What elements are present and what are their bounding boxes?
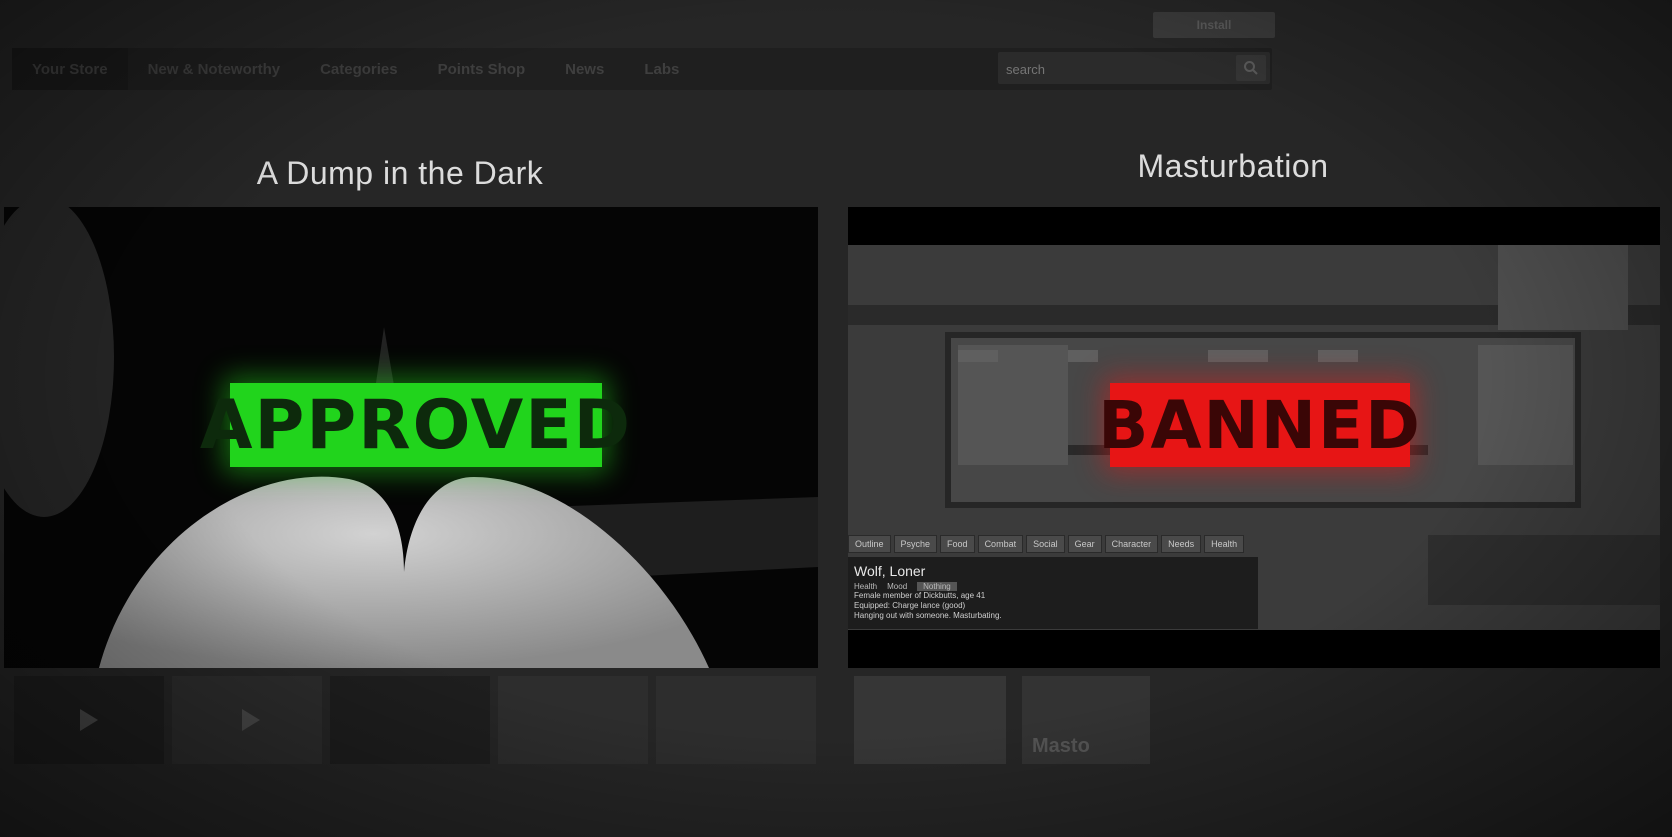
character-name: Wolf, Loner [854, 563, 926, 579]
character-info-box: Wolf, Loner Health Mood Nothing Female m… [848, 557, 1258, 629]
right-game-screenshot[interactable]: Outline Psyche Food Combat Social Gear C… [848, 207, 1660, 668]
right-thumbnail-1[interactable] [854, 676, 1006, 764]
game-tab-psyche[interactable]: Psyche [893, 535, 938, 553]
game-tab-combat[interactable]: Combat [977, 535, 1024, 553]
info-line: Female member of Dickbutts, age 41 [854, 591, 986, 600]
nav-item-news[interactable]: News [545, 48, 624, 90]
info-line: Hanging out with someone. Masturbating. [854, 611, 1002, 620]
stat-health: Health [854, 582, 878, 591]
left-thumbnail-video-1[interactable] [14, 676, 164, 764]
stat-status: Nothing [917, 582, 957, 591]
search-input[interactable] [1004, 56, 1228, 82]
search-icon [1244, 61, 1258, 75]
game-ui-tabs: Outline Psyche Food Combat Social Gear C… [848, 535, 1245, 553]
nav-item-your-store[interactable]: Your Store [12, 48, 128, 90]
left-game-screenshot[interactable]: APPROVED [4, 207, 818, 668]
play-icon [242, 709, 260, 731]
nav-item-points-shop[interactable]: Points Shop [418, 48, 546, 90]
banned-stamp: BANNED [1098, 383, 1420, 467]
search-button[interactable] [1236, 55, 1266, 81]
right-game-title: Masturbation [1137, 148, 1329, 184]
nav-item-labs[interactable]: Labs [624, 48, 699, 90]
game-tab-health[interactable]: Health [1204, 535, 1245, 553]
thumbnail-text: Masto [1032, 735, 1090, 757]
search-box [998, 52, 1270, 84]
info-line: Equipped: Charge lance (good) [854, 601, 966, 610]
right-thumbnail-2[interactable]: Masto [1022, 676, 1150, 764]
install-button[interactable]: Install [1153, 12, 1275, 38]
left-thumbnail-video-2[interactable] [172, 676, 322, 764]
game-tab-gear[interactable]: Gear [1067, 535, 1102, 553]
play-icon [80, 709, 98, 731]
game-tab-character[interactable]: Character [1104, 535, 1159, 553]
left-game-title: A Dump in the Dark [256, 155, 544, 191]
left-thumbnail-4[interactable] [498, 676, 648, 764]
game-tab-social[interactable]: Social [1026, 535, 1065, 553]
stat-mood: Mood [887, 582, 908, 591]
nav-item-new-noteworthy[interactable]: New & Noteworthy [128, 48, 301, 90]
nav-item-categories[interactable]: Categories [300, 48, 418, 90]
game-tab-food[interactable]: Food [940, 535, 975, 553]
left-thumbnail-5[interactable] [656, 676, 816, 764]
left-thumbnail-3[interactable] [330, 676, 490, 764]
game-tab-needs[interactable]: Needs [1161, 535, 1202, 553]
approved-stamp: APPROVED [200, 383, 630, 467]
character-stats: Health Mood Nothing [854, 582, 1252, 591]
game-tab-outline[interactable]: Outline [848, 535, 891, 553]
